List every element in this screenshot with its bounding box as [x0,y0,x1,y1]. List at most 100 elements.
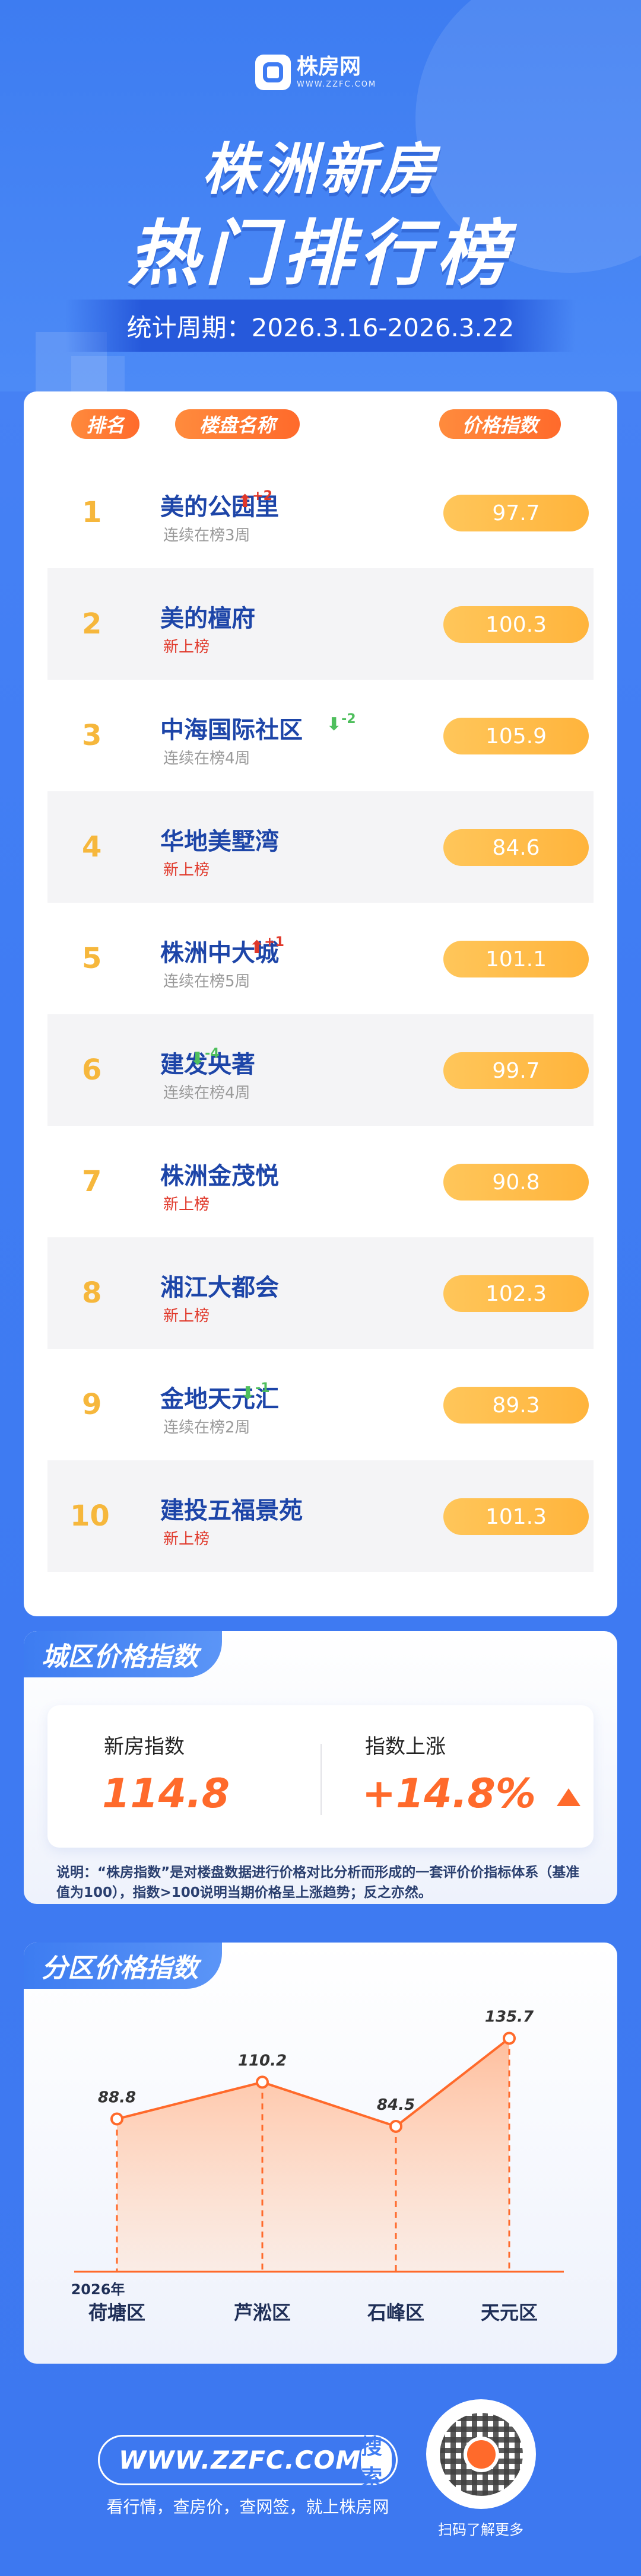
index-note: 说明：“株房指数”是对楼盘数据进行价格对比分析而形成的一套评价价指标体系（基准值… [56,1865,580,1900]
project-name[interactable]: 华地美墅湾 [160,822,279,856]
price-index-badge: 102.3 [443,1275,589,1312]
brand-name: 株房网 [297,54,361,79]
rank-number: 5 [82,942,102,975]
data-label: 88.8 [98,2088,136,2106]
rank-delta: -2 [341,712,356,727]
rank-status: 新上榜 [163,861,210,879]
table-row[interactable]: 5 株洲中大城 ⬆ +1 连续在榜5周 101.1 [47,903,594,1014]
x-tick-label: 芦淞区 [234,2301,291,2324]
header-price: 价格指数 [439,409,561,439]
arrow-up-icon: ⬆ [237,491,253,512]
qr-code[interactable] [426,2399,536,2509]
x-tick-label: 石峰区 [367,2301,424,2324]
project-name[interactable]: 建投五福景苑 [160,1491,303,1526]
zzfc-logo-icon [463,2436,499,2472]
new-house-index-value: 114.8 [102,1771,230,1817]
header-name: 楼盘名称 [175,409,300,439]
rank-delta: +2 [252,489,272,504]
rank-status: 新上榜 [163,638,210,656]
new-house-index-label: 新房指数 [104,1735,185,1759]
ranking-card: 排名 楼盘名称 价格指数 1 美的公园里 ⬆ +2 连续在榜3周 97.7 2 美的檀府 新上榜… [24,391,617,1616]
city-index-title: 城区价格指数 [24,1631,222,1677]
price-index-badge: 101.1 [443,941,589,977]
city-index-box: 新房指数 114.8 指数上涨 +14.8% [47,1705,594,1848]
ranking-header: 排名 楼盘名称 价格指数 [24,409,617,439]
data-point [256,2075,269,2089]
index-rise-value: +14.8% [362,1771,536,1817]
rank-status: 连续在榜3周 [163,527,250,545]
ranking-list: 1 美的公园里 ⬆ +2 连续在榜3周 97.7 2 美的檀府 新上榜 100.3 3 中海国际社区 ⬇… [47,457,594,1572]
rank-change: ⬇ -4 [190,1046,220,1069]
rank-number: 9 [82,1388,102,1421]
footer-tagline: 看行情，查房价，查网签，就上株房网 [106,2497,389,2517]
index-rise-label: 指数上涨 [365,1735,446,1759]
table-row[interactable]: 4 华地美墅湾 新上榜 84.6 [47,791,594,903]
table-row[interactable]: 9 金地天元汇 ⬇ -1 连续在榜2周 89.3 [47,1349,594,1460]
project-name[interactable]: 中海国际社区 [160,711,303,745]
price-index-badge: 89.3 [443,1387,589,1424]
arrow-down-icon: ⬇ [326,714,342,735]
price-index-badge: 101.3 [443,1498,589,1535]
price-index-badge: 84.6 [443,829,589,866]
data-point [389,2119,402,2133]
rank-status: 连续在榜4周 [163,750,250,768]
district-chart: 88.8 荷塘区 110.2 芦淞区 84.5 石峰区 135.7 天元区 2026年 [71,2008,564,2324]
chart-area [117,2038,509,2272]
brand-domain: WWW.ZZFC.COM [297,79,377,89]
data-point [110,2112,123,2126]
rank-status: 新上榜 [163,1530,210,1548]
page-title-line2: 热门排行榜 [128,213,513,295]
qr-caption: 扫码了解更多 [438,2521,523,2538]
rank-status: 连续在榜5周 [163,973,250,991]
table-row[interactable]: 10 建投五福景苑新上榜 101.3 [47,1460,594,1572]
table-row[interactable]: 2 美的檀府新上榜 100.3 [47,568,594,680]
rank-status: 新上榜 [163,1307,210,1325]
table-row[interactable]: 6 建发央著 ⬇ -4 连续在榜4周 99.7 [47,1014,594,1126]
rank-number: 6 [82,1053,102,1087]
price-index-badge: 90.8 [443,1164,589,1201]
project-name[interactable]: 株洲金茂悦 [160,1157,279,1191]
price-index-badge: 99.7 [443,1052,589,1089]
city-index-card: 城区价格指数 新房指数 114.8 指数上涨 +14.8% 说明：“株房指数”是… [24,1631,617,1904]
stat-period: 统计周期：2026.3.16-2026.3.22 [65,300,576,352]
table-row[interactable]: 7 株洲金茂悦 新上榜 90.8 [47,1126,594,1237]
rank-number: 8 [82,1276,102,1310]
rank-status: 连续在榜2周 [163,1419,250,1437]
search-button[interactable]: 搜索 [361,2435,392,2490]
divider [320,1744,322,1815]
table-row[interactable]: 3 中海国际社区 ⬇ -2 连续在榜4周 105.9 [47,680,594,791]
rank-change: ⬆ +2 [237,489,272,512]
rank-delta: -1 [255,1381,270,1396]
hero-banner: 株房网 WWW.ZZFC.COM 株洲新房 热门排行榜 统计周期：2026.3.… [0,0,641,391]
rank-number: 7 [82,1165,102,1198]
x-tick-label: 荷塘区 [88,2301,145,2324]
data-label: 84.5 [377,2096,415,2114]
page-title-line1: 株洲新房 [201,138,439,202]
site-url[interactable]: WWW.ZZFC.COM [100,2446,361,2475]
price-index-badge: 100.3 [443,606,589,643]
rank-status: 连续在榜4周 [163,1084,250,1102]
rank-change: ⬇ -1 [240,1381,270,1404]
price-index-badge: 97.7 [443,495,589,531]
arrow-down-icon: ⬇ [240,1383,256,1404]
rank-number: 3 [82,719,102,752]
data-label: 135.7 [485,2008,534,2026]
rank-change: ⬆ +1 [249,935,284,958]
decor-building [71,356,125,391]
rank-change: ⬇ -2 [326,712,356,735]
brand-logo[interactable]: 株房网 WWW.ZZFC.COM [255,55,376,90]
site-search-bar[interactable]: WWW.ZZFC.COM 搜索 [98,2435,398,2490]
table-row[interactable]: 8 湘江大都会新上榜 102.3 [47,1237,594,1349]
table-row[interactable]: 1 美的公园里 ⬆ +2 连续在榜3周 97.7 [47,457,594,568]
rank-delta: +1 [264,935,284,950]
header-rank: 排名 [71,409,139,439]
project-name[interactable]: 湘江大都会 [160,1268,279,1303]
zzfc-logo-icon [255,55,291,90]
rank-delta: -4 [205,1046,220,1061]
arrow-down-icon: ⬇ [190,1049,205,1069]
rank-number: 1 [82,496,102,529]
project-name[interactable]: 美的檀府 [160,599,255,633]
rank-number: 10 [70,1499,110,1533]
arrow-up-icon: ⬆ [249,937,265,958]
rank-number: 2 [82,607,102,641]
